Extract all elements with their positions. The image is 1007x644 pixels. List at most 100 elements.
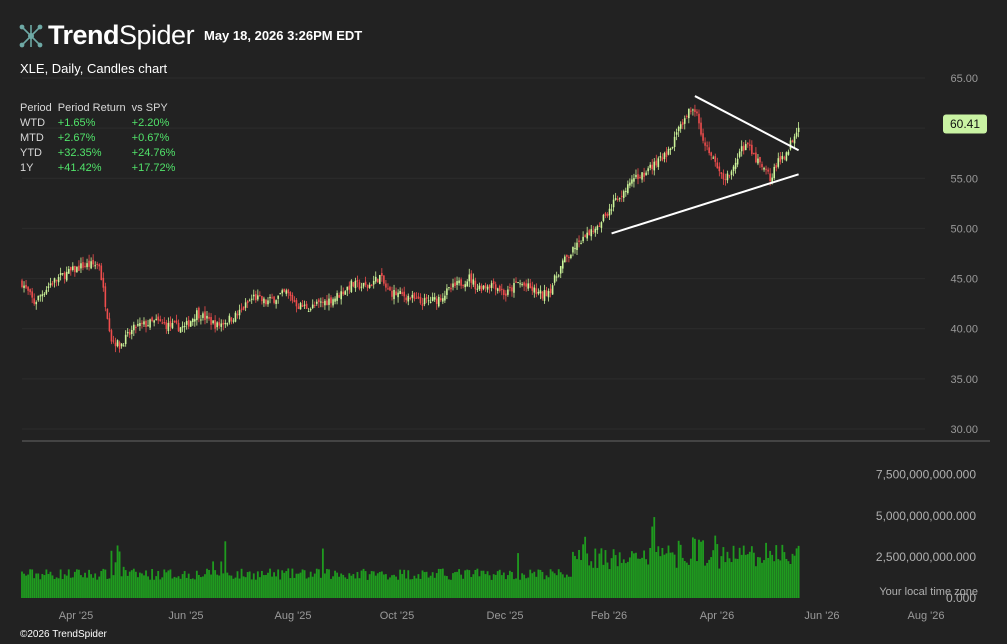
x-tick-label: Aug '26 bbox=[908, 610, 945, 622]
candle-body bbox=[189, 321, 192, 327]
candle-body bbox=[104, 286, 107, 307]
candle-body bbox=[330, 297, 332, 304]
candle-body bbox=[289, 292, 292, 296]
candle-body bbox=[637, 174, 639, 180]
candle-body bbox=[580, 242, 582, 244]
price-chart[interactable]: 65.0060.0055.0050.0045.0040.0035.0030.00… bbox=[0, 0, 1007, 644]
volume-bar bbox=[470, 577, 473, 598]
candle-body bbox=[204, 311, 206, 321]
x-tick-label: Jun '26 bbox=[804, 610, 839, 622]
candle-body bbox=[173, 320, 176, 323]
volume-bar bbox=[712, 550, 715, 598]
performance-header-row: Period Period Return vs SPY bbox=[20, 102, 181, 117]
candle-body bbox=[147, 325, 149, 327]
candle-body bbox=[765, 168, 767, 170]
volume-bar bbox=[694, 538, 696, 598]
volume-bar bbox=[547, 577, 550, 598]
volume-bar bbox=[639, 558, 641, 598]
candle-body bbox=[311, 304, 314, 308]
candle-body bbox=[484, 285, 487, 288]
volume-bar bbox=[631, 551, 633, 598]
candle-body bbox=[773, 166, 776, 179]
candle-body bbox=[194, 319, 196, 322]
volume-bar bbox=[157, 570, 160, 598]
candle-body bbox=[318, 299, 320, 303]
candle-body bbox=[21, 280, 23, 288]
candle-body bbox=[110, 330, 113, 342]
volume-bar bbox=[419, 578, 422, 598]
volume-bar bbox=[98, 576, 101, 598]
candle-body bbox=[263, 298, 265, 304]
volume-bar bbox=[27, 574, 29, 598]
candle-body bbox=[486, 286, 489, 290]
candle-body bbox=[165, 322, 168, 330]
volume-bar bbox=[472, 574, 475, 598]
candle-body bbox=[405, 297, 408, 301]
volume-bar bbox=[555, 575, 558, 598]
candle-body bbox=[570, 254, 572, 259]
candle-body bbox=[681, 122, 684, 125]
volume-bar bbox=[112, 575, 115, 598]
volume-bar bbox=[533, 571, 536, 598]
candle-body bbox=[777, 158, 780, 167]
candle-body bbox=[513, 283, 515, 293]
candle-body bbox=[596, 226, 599, 230]
volume-bar bbox=[429, 575, 432, 598]
candle-body bbox=[200, 319, 202, 321]
candle-body bbox=[74, 265, 76, 273]
candle-body bbox=[712, 157, 715, 159]
volume-bar bbox=[720, 556, 723, 598]
candle-body bbox=[112, 340, 115, 342]
candle-body bbox=[425, 297, 428, 300]
volume-bar bbox=[23, 573, 25, 598]
candle-body bbox=[86, 263, 88, 268]
candle-body bbox=[383, 275, 385, 284]
candle-body bbox=[608, 208, 611, 216]
volume-bar bbox=[25, 575, 27, 598]
volume-bar bbox=[425, 571, 428, 598]
volume-bar bbox=[258, 577, 261, 598]
candle-body bbox=[724, 178, 727, 180]
volume-bar bbox=[336, 572, 339, 598]
volume-bar bbox=[265, 574, 267, 598]
volume-bar bbox=[61, 579, 64, 598]
volume-bar bbox=[714, 535, 717, 598]
volume-bar bbox=[783, 552, 786, 598]
candle-body bbox=[63, 272, 66, 280]
volume-bar bbox=[726, 551, 729, 598]
volume-bar bbox=[746, 554, 749, 598]
volume-bar bbox=[145, 570, 147, 598]
volume-bar bbox=[448, 579, 450, 598]
trendline bbox=[611, 173, 799, 235]
candle-body bbox=[517, 282, 519, 284]
candle-body bbox=[114, 342, 117, 347]
volume-bar bbox=[482, 570, 485, 598]
candle-body bbox=[702, 133, 704, 141]
volume-bar bbox=[303, 570, 306, 598]
volume-bar bbox=[236, 571, 239, 598]
volume-bar bbox=[716, 544, 719, 598]
trendline bbox=[694, 95, 800, 152]
candle-body bbox=[206, 315, 208, 319]
volume-bar bbox=[757, 557, 759, 598]
volume-bar bbox=[651, 526, 654, 598]
candle-body bbox=[714, 156, 717, 162]
candle-body bbox=[588, 230, 591, 236]
candle-body bbox=[490, 283, 493, 288]
volume-bar bbox=[277, 569, 280, 598]
volume-bar bbox=[275, 576, 278, 598]
volume-bar bbox=[218, 575, 221, 598]
volume-bar bbox=[356, 571, 359, 598]
volume-bar bbox=[492, 574, 495, 598]
candle-body bbox=[269, 297, 271, 299]
volume-bar bbox=[671, 552, 674, 598]
candle-body bbox=[90, 261, 92, 269]
candle-body bbox=[657, 158, 660, 168]
volume-bar bbox=[67, 569, 70, 598]
candle-body bbox=[574, 248, 576, 250]
candle-body bbox=[72, 266, 74, 270]
candle-body bbox=[496, 288, 499, 291]
candle-body bbox=[175, 320, 178, 323]
volume-bar bbox=[750, 546, 753, 598]
volume-bar bbox=[147, 576, 149, 598]
